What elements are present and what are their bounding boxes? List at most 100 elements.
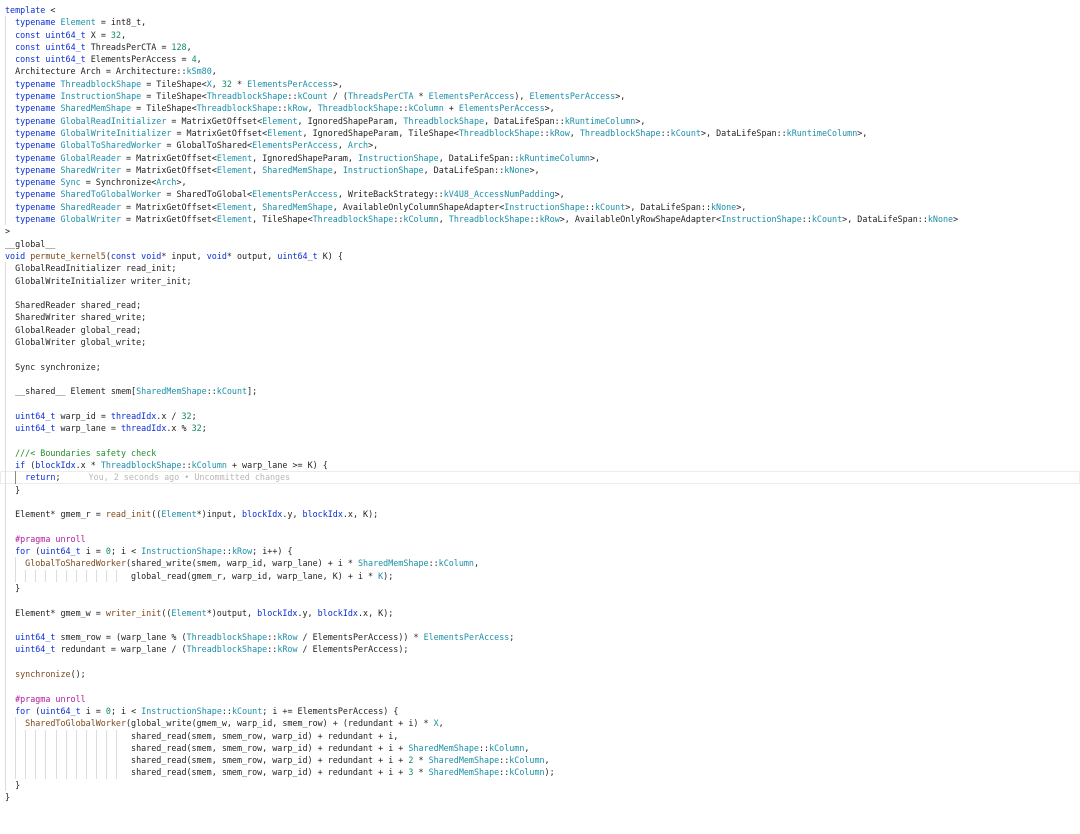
code-line[interactable] <box>0 286 1080 300</box>
code-line[interactable]: typename GlobalReader = MatrixGetOffset<… <box>0 151 1080 164</box>
code-line[interactable]: Sync synchronize; <box>0 360 1080 373</box>
code-line[interactable]: typename GlobalWriter = MatrixGetOffset<… <box>0 213 1080 226</box>
code-line[interactable]: global_read(gmem_r, warp_id, warp_lane, … <box>0 569 1080 582</box>
code-text: typename GlobalToSharedWorker = GlobalTo… <box>15 140 379 151</box>
code-line[interactable]: shared_read(smem, smem_row, warp_id) + r… <box>0 741 1080 755</box>
code-line[interactable]: GlobalWriter global_write; <box>0 336 1080 349</box>
code-line[interactable] <box>0 655 1080 669</box>
code-text: ///< Boundaries safety check <box>5 447 157 458</box>
code-line[interactable] <box>0 372 1080 386</box>
code-editor[interactable]: template < typename Element = int8_t, co… <box>0 4 1080 830</box>
code-line[interactable] <box>0 348 1080 361</box>
code-text: uint64_t smem_row = (warp_lane % (Thread… <box>15 632 515 643</box>
code-line[interactable]: typename SharedMemShape = TileShape<Thre… <box>0 102 1080 115</box>
code-line[interactable]: __global__ <box>0 238 1080 250</box>
code-text: } <box>5 484 21 495</box>
code-line[interactable]: ///< Boundaries safety check <box>0 446 1080 459</box>
code-line[interactable] <box>0 495 1080 509</box>
code-text: typename GlobalWriteInitializer = Matrix… <box>15 127 868 138</box>
code-line[interactable] <box>0 618 1080 632</box>
code-line[interactable]: for (uint64_t i = 0; i < InstructionShap… <box>0 545 1080 558</box>
code-line[interactable]: GlobalReadInitializer read_init; <box>0 262 1080 275</box>
code-line[interactable]: Element* gmem_w = writer_init((Element*)… <box>0 606 1080 619</box>
code-line[interactable]: typename InstructionShape = TileShape<Th… <box>0 90 1080 103</box>
code-line[interactable]: typename SharedReader = MatrixGetOffset<… <box>0 200 1080 214</box>
code-line[interactable]: __shared__ Element smem[SharedMemShape::… <box>0 385 1080 398</box>
code-line[interactable]: typename Element = int8_t, <box>0 16 1080 29</box>
code-line[interactable]: } <box>0 778 1080 791</box>
code-text: Architecture Arch = Architecture::kSm80, <box>5 66 217 77</box>
code-line[interactable]: typename GlobalToSharedWorker = GlobalTo… <box>0 139 1080 152</box>
code-text: typename SharedWriter = MatrixGetOffset<… <box>15 164 540 175</box>
code-text: } <box>5 779 21 790</box>
code-line[interactable] <box>0 594 1080 607</box>
code-text: for (uint64_t i = 0; i < InstructionShap… <box>15 705 399 716</box>
code-line[interactable]: SharedWriter shared_write; <box>0 311 1080 324</box>
code-text: GlobalToSharedWorker(shared_write(smem, … <box>25 558 479 569</box>
code-text: SharedToGlobalWorker(global_write(gmem_w… <box>25 718 444 729</box>
code-text: shared_read(smem, smem_row, warp_id) + r… <box>5 767 555 778</box>
code-text: GlobalWriteInitializer writer_init; <box>5 275 192 286</box>
code-text: SharedReader shared_read; <box>5 300 142 311</box>
code-line[interactable]: Element* gmem_r = read_init((Element*)in… <box>0 508 1080 521</box>
code-line[interactable] <box>0 397 1080 410</box>
code-text: shared_read(smem, smem_row, warp_id) + r… <box>5 742 530 753</box>
code-line[interactable]: shared_read(smem, smem_row, warp_id) + r… <box>0 766 1080 779</box>
indent-guide <box>5 495 6 509</box>
code-line[interactable]: for (uint64_t i = 0; i < InstructionShap… <box>0 704 1080 718</box>
code-line[interactable]: typename GlobalReadInitializer = MatrixG… <box>0 114 1080 127</box>
code-text: shared_read(smem, smem_row, warp_id) + r… <box>5 730 399 741</box>
code-line[interactable]: > <box>0 225 1080 237</box>
indent-guide <box>5 594 6 607</box>
code-line[interactable]: template < <box>0 4 1080 16</box>
code-line[interactable]: shared_read(smem, smem_row, warp_id) + r… <box>0 754 1080 767</box>
indent-guide <box>5 618 6 632</box>
code-text: typename SharedReader = MatrixGetOffset<… <box>15 201 747 212</box>
code-line[interactable]: uint64_t redundant = warp_lane / (Thread… <box>0 643 1080 656</box>
code-line[interactable]: uint64_t warp_lane = threadIdx.x % 32; <box>0 422 1080 435</box>
code-line[interactable]: synchronize(); <box>0 668 1080 681</box>
code-line[interactable]: typename ThreadblockShape = TileShape<X,… <box>0 77 1080 91</box>
indent-guide <box>5 348 6 361</box>
code-line[interactable]: #pragma unroll <box>0 532 1080 546</box>
code-line[interactable]: const uint64_t X = 32, <box>0 28 1080 41</box>
git-blame-annotation: You, 2 seconds ago • Uncommitted changes <box>88 472 291 483</box>
code-text: typename Element = int8_t, <box>15 17 147 28</box>
code-line[interactable]: SharedToGlobalWorker(global_write(gmem_w… <box>0 717 1080 730</box>
code-text: uint64_t redundant = warp_lane / (Thread… <box>15 644 409 655</box>
code-text: if (blockIdx.x * ThreadblockShape::kColu… <box>15 459 328 470</box>
code-text: typename ThreadblockShape = TileShape<X,… <box>15 78 343 89</box>
code-text: Sync synchronize; <box>5 361 101 372</box>
code-line[interactable]: typename SharedWriter = MatrixGetOffset<… <box>0 163 1080 177</box>
code-text: typename SharedToGlobalWorker = SharedTo… <box>15 189 565 200</box>
code-line[interactable]: #pragma unroll <box>0 692 1080 705</box>
code-line[interactable]: void permute_kernel5(const void* input, … <box>0 250 1080 262</box>
code-line[interactable]: } <box>0 581 1080 595</box>
code-line[interactable]: Architecture Arch = Architecture::kSm80, <box>0 65 1080 78</box>
code-text: Element* gmem_r = read_init((Element*)in… <box>5 509 379 520</box>
code-line[interactable] <box>0 680 1080 693</box>
code-line[interactable]: GlobalToSharedWorker(shared_write(smem, … <box>0 557 1080 570</box>
code-text: const uint64_t ElementsPerAccess = 4, <box>15 54 202 65</box>
code-line[interactable]: SharedReader shared_read; <box>0 299 1080 312</box>
code-text: typename GlobalReadInitializer = MatrixG… <box>15 115 646 126</box>
code-line[interactable]: GlobalWriteInitializer writer_init; <box>0 274 1080 287</box>
code-line[interactable]: GlobalReader global_read; <box>0 323 1080 337</box>
code-line[interactable]: uint64_t warp_id = threadIdx.x / 32; <box>0 409 1080 423</box>
code-line[interactable]: return; You, 2 seconds ago • Uncommitted … <box>0 471 1080 484</box>
code-line[interactable] <box>0 520 1080 533</box>
code-line[interactable]: typename SharedToGlobalWorker = SharedTo… <box>0 188 1080 201</box>
code-line[interactable]: } <box>0 791 1080 803</box>
code-text: synchronize(); <box>15 669 86 680</box>
code-line[interactable]: } <box>0 483 1080 496</box>
code-line[interactable]: if (blockIdx.x * ThreadblockShape::kColu… <box>0 458 1080 472</box>
code-line[interactable]: const uint64_t ThreadsPerCTA = 128, <box>0 40 1080 54</box>
code-line[interactable] <box>0 434 1080 447</box>
code-line[interactable]: shared_read(smem, smem_row, warp_id) + r… <box>0 729 1080 742</box>
code-line[interactable]: const uint64_t ElementsPerAccess = 4, <box>0 53 1080 66</box>
code-line[interactable]: uint64_t smem_row = (warp_lane % (Thread… <box>0 631 1080 644</box>
code-line[interactable]: typename GlobalWriteInitializer = Matrix… <box>0 126 1080 140</box>
code-line[interactable]: typename Sync = Synchronize<Arch>, <box>0 176 1080 189</box>
code-text: } <box>5 792 11 802</box>
code-text: GlobalReader global_read; <box>5 324 142 335</box>
